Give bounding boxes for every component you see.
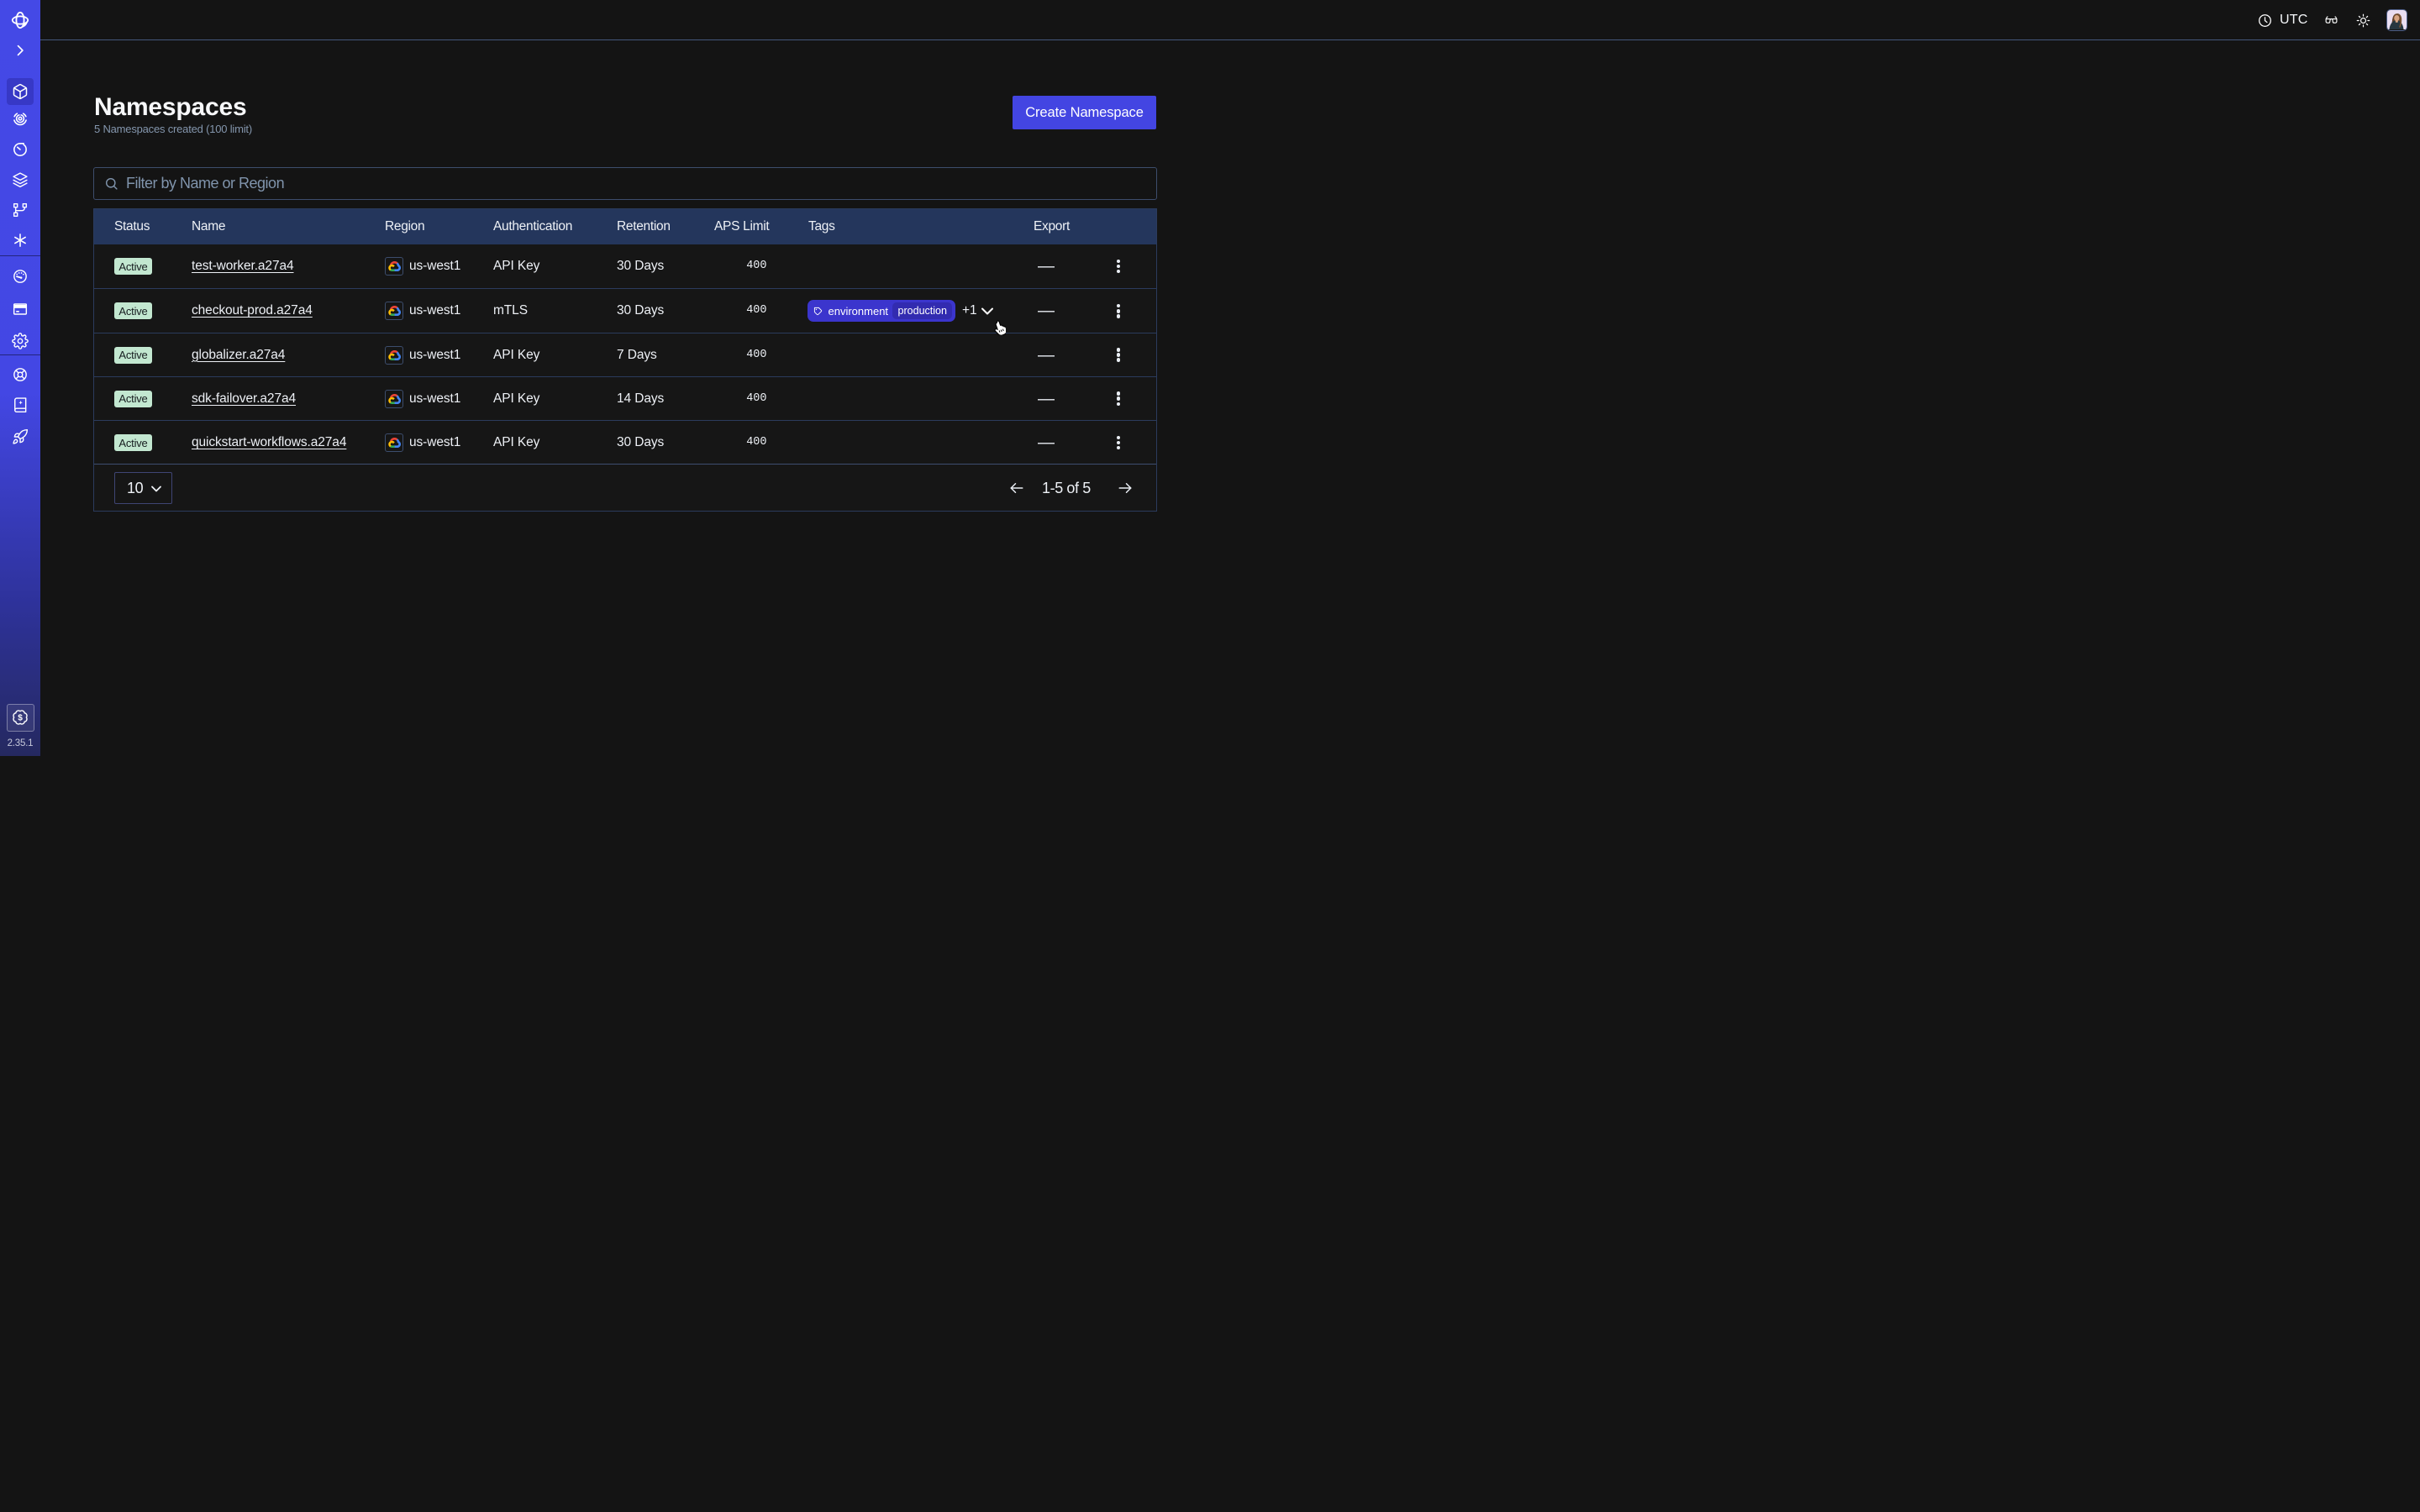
svg-text:$: $ xyxy=(18,713,23,722)
